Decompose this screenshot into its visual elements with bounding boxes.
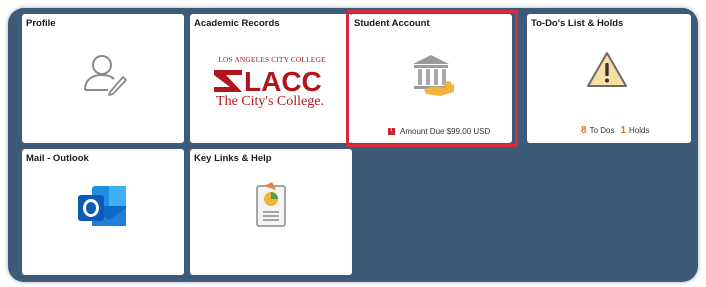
tile-profile[interactable]: Profile bbox=[22, 14, 184, 143]
warning-triangle-icon bbox=[585, 50, 629, 95]
tile-title: To-Do's List & Holds bbox=[531, 18, 624, 29]
todo-count: 8 bbox=[581, 125, 587, 136]
college-logo: LACC bbox=[212, 66, 332, 97]
college-logo-wordmark: LACC bbox=[244, 66, 322, 94]
tile-mail-outlook[interactable]: Mail - Outlook bbox=[22, 149, 184, 275]
tile-title: Mail - Outlook bbox=[26, 153, 89, 164]
document-chart-icon bbox=[254, 181, 288, 238]
student-account-highlight bbox=[346, 10, 518, 147]
holds-label: Holds bbox=[629, 126, 650, 135]
tile-title: Profile bbox=[26, 18, 56, 29]
holds-count: 1 bbox=[620, 125, 627, 136]
tile-key-links-help[interactable]: Key Links & Help bbox=[190, 149, 352, 275]
user-edit-icon bbox=[82, 52, 128, 101]
tile-todos-holds[interactable]: To-Do's List & Holds 8 To Dos 1 Holds bbox=[527, 14, 691, 143]
dashboard-panel: Profile Academic Records LOS ANGELES CIT… bbox=[8, 8, 698, 282]
tile-title: Key Links & Help bbox=[194, 153, 272, 164]
todo-holds-summary: 8 To Dos 1 Holds bbox=[581, 125, 649, 136]
outlook-icon bbox=[76, 182, 130, 239]
college-logo-top-text: LOS ANGELES CITY COLLEGE bbox=[218, 55, 326, 64]
college-logo-tagline: The City's College. bbox=[216, 94, 324, 109]
todo-label: To Dos bbox=[589, 126, 615, 135]
tile-academic-records[interactable]: Academic Records LOS ANGELES CITY COLLEG… bbox=[190, 14, 352, 143]
tile-title: Academic Records bbox=[194, 18, 280, 29]
